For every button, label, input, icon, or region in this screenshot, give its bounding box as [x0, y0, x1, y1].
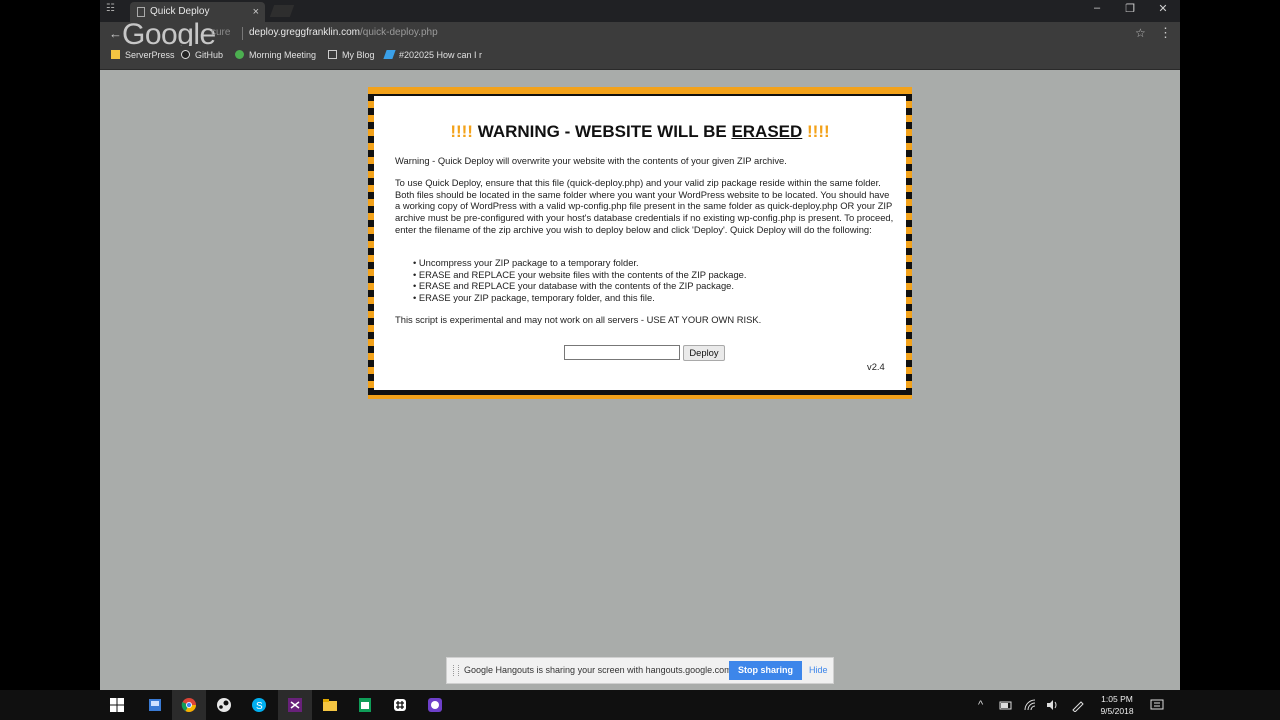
tab-close-icon[interactable]: × [253, 2, 259, 22]
slack-icon[interactable] [392, 697, 408, 713]
zip-filename-input[interactable] [564, 345, 680, 360]
show-hidden-icons-icon[interactable]: ^ [978, 699, 983, 711]
address-bar[interactable]: deploy.greggfranklin.com/quick-deploy.ph… [249, 27, 438, 38]
hangouts-share-bar: Google Hangouts is sharing your screen w… [446, 657, 834, 684]
folder-icon[interactable] [322, 697, 338, 713]
close-window-icon[interactable]: ✕ [1148, 2, 1178, 15]
security-indicator[interactable]: cure [211, 27, 230, 38]
right-letterbox [1180, 0, 1280, 690]
chrome-icon[interactable] [181, 697, 197, 713]
clock-date: 9/5/2018 [1100, 706, 1134, 716]
sharing-message: Google Hangouts is sharing your screen w… [464, 665, 735, 675]
back-arrow-icon[interactable]: ← [109, 26, 122, 41]
github-desktop-icon[interactable] [427, 697, 443, 713]
folder-icon [111, 50, 120, 59]
bookmark-stackoverflow[interactable]: #202025 How can I r [383, 50, 482, 60]
browser-window: ☷ Quick Deploy × – ❐ ✕ ← Google cure dep… [100, 0, 1180, 690]
leaf-icon [235, 50, 244, 59]
page-icon [328, 50, 337, 59]
instructions-text: To use Quick Deploy, ensure that this fi… [395, 177, 894, 235]
sheets-icon[interactable] [357, 697, 373, 713]
file-explorer-icon[interactable] [147, 697, 163, 713]
left-letterbox [0, 0, 100, 690]
steps-list: Uncompress your ZIP package to a tempora… [413, 257, 747, 304]
stop-sharing-button[interactable]: Stop sharing [729, 661, 802, 680]
page-favicon-icon [137, 7, 145, 17]
visual-studio-icon[interactable] [287, 697, 303, 713]
restore-icon[interactable]: ❐ [1115, 2, 1145, 15]
deploy-button[interactable]: Deploy [683, 345, 725, 361]
disclaimer-text: This script is experimental and may not … [395, 314, 762, 325]
new-tab-button[interactable] [269, 5, 295, 17]
intro-text: Warning - Quick Deploy will overwrite yo… [395, 155, 787, 166]
battery-icon[interactable] [999, 699, 1013, 711]
omnibox-separator [242, 27, 243, 40]
warning-content: !!!! WARNING - WEBSITE WILL BE ERASED !!… [374, 96, 906, 390]
list-item: ERASE your ZIP package, temporary folder… [413, 292, 747, 304]
bookmark-my-blog[interactable]: My Blog [328, 50, 375, 60]
notifications-icon[interactable] [1150, 698, 1164, 712]
version-label: v2.4 [867, 361, 885, 372]
list-item: Uncompress your ZIP package to a tempora… [413, 257, 747, 269]
windows-taskbar: S ^ 1:05 PM 9/5/2018 [0, 690, 1280, 720]
bookmark-serverpress[interactable]: ServerPress [111, 50, 175, 60]
bookmarks-bar: ServerPress GitHub Morning Meeting My Bl… [100, 46, 1180, 70]
drag-handle-icon[interactable] [453, 665, 459, 676]
stack-icon [383, 50, 396, 59]
volume-icon[interactable] [1045, 698, 1059, 712]
chrome-menu-icon[interactable]: ⋮ [1159, 25, 1172, 41]
tab-search-icon[interactable]: ☷ [106, 3, 115, 14]
skype-icon[interactable]: S [251, 697, 267, 713]
bookmark-morning-meeting[interactable]: Morning Meeting [235, 50, 316, 60]
wifi-icon[interactable] [1023, 698, 1037, 712]
bookmark-star-icon[interactable]: ☆ [1135, 26, 1146, 40]
title-bar: ☷ Quick Deploy × – ❐ ✕ [100, 0, 1180, 22]
clock-time: 1:05 PM [1101, 694, 1133, 704]
list-item: ERASE and REPLACE your website files wit… [413, 269, 747, 281]
browser-toolbar: ← Google cure deploy.greggfranklin.com/q… [100, 18, 1180, 51]
github-icon [181, 50, 190, 59]
steam-icon[interactable] [216, 697, 232, 713]
warning-box: !!!! WARNING - WEBSITE WILL BE ERASED !!… [368, 87, 912, 399]
svg-text:S: S [256, 701, 263, 712]
warning-heading: !!!! WARNING - WEBSITE WILL BE ERASED !!… [450, 122, 830, 141]
list-item: ERASE and REPLACE your database with the… [413, 280, 747, 292]
minimize-icon[interactable]: – [1082, 2, 1112, 14]
taskbar-clock[interactable]: 1:05 PM 9/5/2018 [1094, 693, 1140, 717]
pen-icon[interactable] [1071, 698, 1085, 712]
hide-button[interactable]: Hide [809, 665, 828, 675]
url-domain: deploy.greggfranklin.com [249, 27, 360, 38]
windows-start-icon[interactable] [109, 697, 125, 713]
bookmark-github[interactable]: GitHub [181, 50, 223, 60]
url-path: /quick-deploy.php [360, 27, 438, 38]
